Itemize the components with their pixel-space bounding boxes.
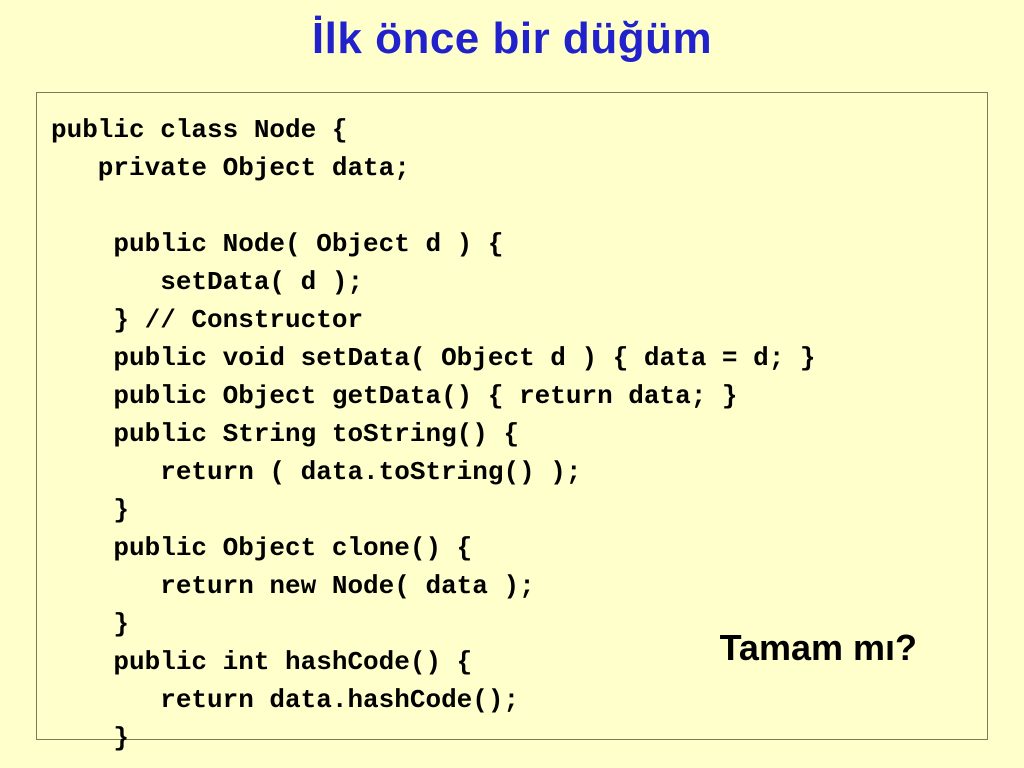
question-label: Tamam mı? xyxy=(720,627,917,669)
code-box: public class Node { private Object data;… xyxy=(36,92,988,740)
slide-title: İlk önce bir düğüm xyxy=(0,14,1024,64)
slide: İlk önce bir düğüm public class Node { p… xyxy=(0,0,1024,768)
